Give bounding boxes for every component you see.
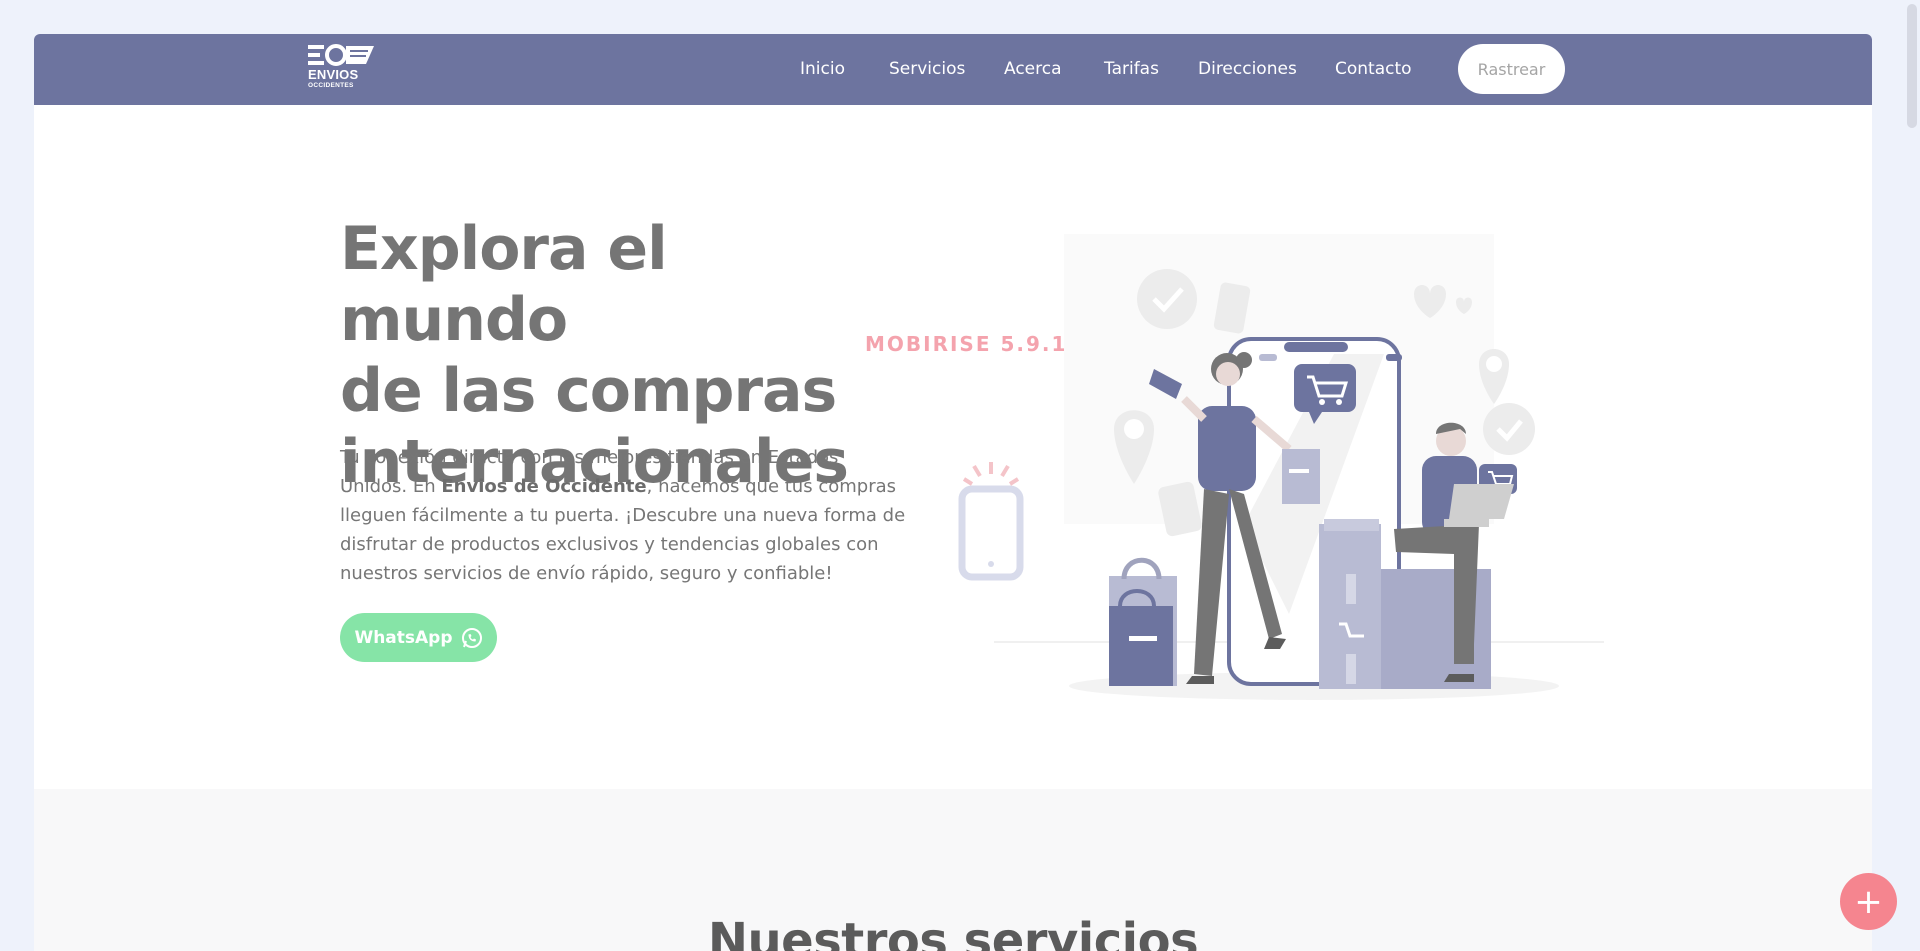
plus-icon: + — [1854, 881, 1883, 922]
whatsapp-label: WhatsApp — [354, 627, 453, 648]
page-scrollbar[interactable] — [1904, 0, 1920, 951]
nav-item-contacto[interactable]: Contacto — [1335, 59, 1412, 79]
services-title: Nuestros servicios — [707, 913, 1199, 951]
scrollbar-thumb[interactable] — [1907, 4, 1917, 128]
floating-plus-button[interactable]: + — [1840, 873, 1897, 930]
page-frame: ENVIOS OCCIDENTES Inicio Servicios Acerc… — [34, 34, 1872, 951]
track-button[interactable]: Rastrear — [1458, 44, 1565, 94]
whatsapp-button[interactable]: WhatsApp — [340, 613, 497, 662]
whatsapp-icon — [461, 627, 482, 648]
nav-item-tarifas[interactable]: Tarifas — [1104, 59, 1159, 79]
hero-title-line: Explora el mundo — [340, 214, 668, 355]
navbar: ENVIOS OCCIDENTES Inicio Servicios Acerc… — [34, 34, 1872, 105]
nav-item-servicios[interactable]: Servicios — [889, 59, 965, 79]
hero-title-line: de las compras — [340, 356, 837, 426]
nav-item-acerca[interactable]: Acerca — [1004, 59, 1062, 79]
hero-illustration — [958, 234, 1604, 700]
hero-description: Tu conexión directa con las mejores tien… — [340, 443, 910, 588]
main-nav: Inicio Servicios Acerca Tarifas Direccio… — [34, 34, 1872, 105]
nav-item-direcciones[interactable]: Direcciones — [1198, 59, 1297, 79]
services-section: Nuestros servicios — [34, 789, 1872, 951]
nav-item-inicio[interactable]: Inicio — [800, 59, 845, 79]
brand-name-bold: Envios de Occidente — [441, 476, 647, 497]
